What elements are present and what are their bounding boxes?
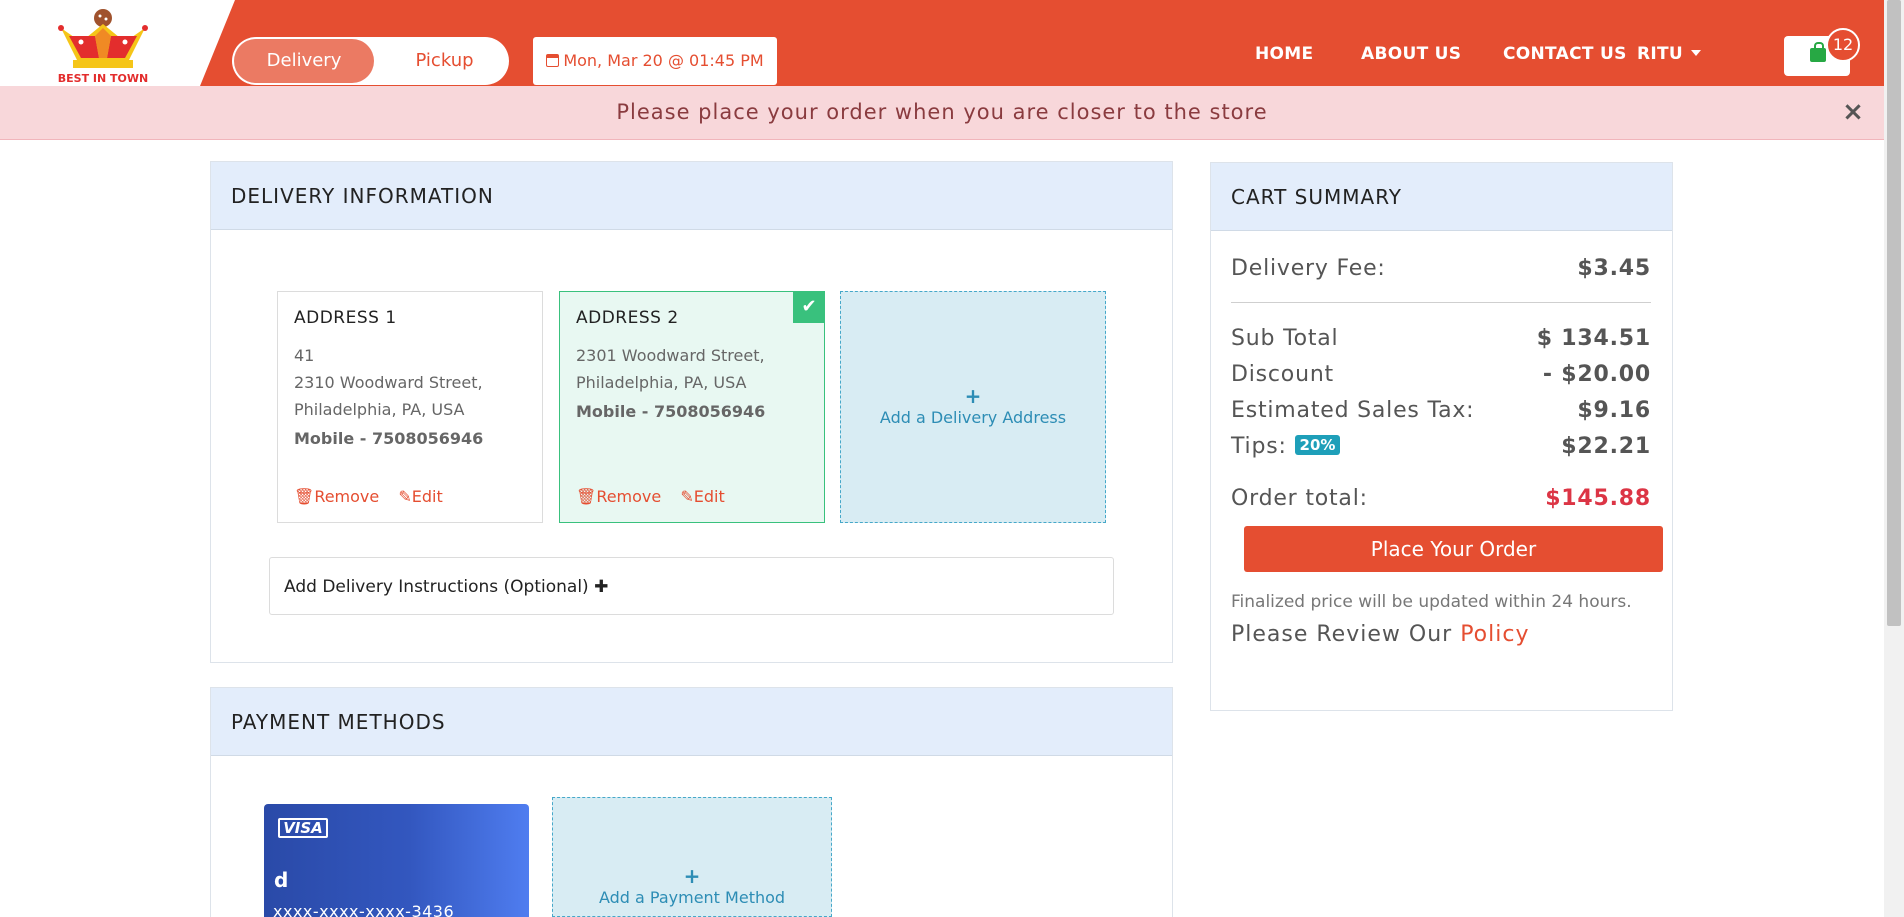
- card-number: xxxx-xxxx-xxxx-3436: [273, 902, 455, 917]
- policy-link[interactable]: Policy: [1460, 622, 1529, 647]
- payment-methods-title: PAYMENT METHODS: [211, 688, 1172, 756]
- cart-summary-title: CART SUMMARY: [1211, 163, 1672, 231]
- delivery-pickup-toggle: Delivery Pickup: [232, 37, 509, 85]
- policy-prefix: Please Review Our: [1231, 622, 1453, 647]
- address-line: Philadelphia, PA, USA: [294, 400, 465, 419]
- user-name: RITU: [1637, 44, 1684, 64]
- edit-address-button[interactable]: ✎Edit: [680, 487, 724, 506]
- nav-about-us[interactable]: ABOUT US: [1361, 44, 1461, 64]
- discount-row: Discount - $20.00: [1231, 362, 1651, 387]
- add-delivery-address-label: Add a Delivery Address: [879, 408, 1067, 427]
- tax-label: Estimated Sales Tax:: [1231, 398, 1475, 423]
- schedule-date-label: Mon, Mar 20 @ 01:45 PM: [563, 51, 764, 70]
- remove-address-button[interactable]: 🗑︎Remove: [576, 487, 661, 506]
- svg-text:BEST IN TOWN: BEST IN TOWN: [58, 72, 148, 85]
- order-total-label: Order total:: [1231, 486, 1368, 511]
- edit-address-button[interactable]: ✎Edit: [398, 487, 442, 506]
- policy-line: Please Review Our Policy: [1231, 622, 1529, 647]
- delivery-fee-label: Delivery Fee:: [1231, 256, 1386, 281]
- address-title: ADDRESS 2: [576, 308, 679, 328]
- pickup-mode-button[interactable]: Pickup: [382, 37, 507, 85]
- delivery-mode-button[interactable]: Delivery: [234, 39, 374, 83]
- delivery-information-title: DELIVERY INFORMATION: [211, 162, 1172, 230]
- subtotal-value: $ 134.51: [1536, 326, 1651, 351]
- tips-percent-badge[interactable]: 20%: [1294, 435, 1341, 455]
- calendar-icon: [546, 54, 560, 67]
- place-order-button[interactable]: Place Your Order: [1244, 526, 1663, 572]
- schedule-date-button[interactable]: Mon, Mar 20 @ 01:45 PM: [533, 37, 777, 85]
- nav-contact-us[interactable]: CONTACT US: [1503, 44, 1627, 64]
- address-mobile: Mobile - 7508056946: [294, 429, 484, 448]
- summary-divider: [1231, 302, 1651, 303]
- remove-label: Remove: [314, 487, 380, 506]
- remove-label: Remove: [596, 487, 662, 506]
- tips-value: $22.21: [1561, 434, 1651, 459]
- edit-label: Edit: [411, 487, 443, 506]
- tips-label: Tips:: [1231, 434, 1287, 459]
- tax-value: $9.16: [1577, 398, 1651, 423]
- order-total-value: $145.88: [1545, 486, 1651, 511]
- address-line: Philadelphia, PA, USA: [576, 373, 747, 392]
- nav-home[interactable]: HOME: [1255, 44, 1313, 64]
- delivery-instructions-label: Add Delivery Instructions (Optional): [284, 577, 589, 597]
- add-delivery-address-button[interactable]: + Add a Delivery Address: [840, 291, 1106, 523]
- alert-message: Please place your order when you are clo…: [616, 100, 1268, 124]
- shopping-bag-icon: [1810, 42, 1826, 62]
- user-menu-dropdown[interactable]: RITU: [1637, 44, 1702, 64]
- address-actions: 🗑︎Remove ✎Edit: [294, 487, 457, 506]
- tax-row: Estimated Sales Tax: $9.16: [1231, 398, 1651, 423]
- visa-logo-icon: VISA: [278, 818, 328, 838]
- top-header: BEST IN TOWN Delivery Pickup Mon, Mar 20…: [0, 0, 1884, 86]
- order-total-row: Order total: $145.88: [1231, 486, 1651, 511]
- address-actions: 🗑︎Remove ✎Edit: [576, 487, 739, 506]
- proximity-alert: Please place your order when you are clo…: [0, 86, 1884, 140]
- finalized-price-note: Finalized price will be updated within 2…: [1231, 592, 1632, 612]
- delivery-instructions-toggle[interactable]: Add Delivery Instructions (Optional) ✚: [269, 557, 1114, 615]
- subtotal-label: Sub Total: [1231, 326, 1339, 351]
- tips-row: Tips: 20% $22.21: [1231, 434, 1651, 459]
- card-holder-name: d: [274, 868, 289, 892]
- address-mobile: Mobile - 7508056946: [576, 402, 766, 421]
- caret-down-icon: [1691, 50, 1702, 56]
- plus-icon: +: [964, 384, 982, 408]
- address-card-1[interactable]: ADDRESS 1 41 2310 Woodward Street, Phila…: [277, 291, 543, 523]
- plus-icon: +: [683, 864, 701, 888]
- add-payment-method-button[interactable]: + Add a Payment Method: [552, 797, 832, 917]
- discount-label: Discount: [1231, 362, 1334, 387]
- remove-address-button[interactable]: 🗑︎Remove: [294, 487, 379, 506]
- checkmark-icon: ✔: [793, 291, 825, 323]
- discount-value: - $20.00: [1542, 362, 1651, 387]
- subtotal-row: Sub Total $ 134.51: [1231, 326, 1651, 351]
- delivery-fee-value: $3.45: [1577, 256, 1651, 281]
- address-line: 2301 Woodward Street,: [576, 346, 765, 365]
- address-card-2[interactable]: ✔ ADDRESS 2 2301 Woodward Street, Philad…: [559, 291, 825, 523]
- address-line: 41: [294, 346, 315, 365]
- saved-visa-card[interactable]: VISA d xxxx-xxxx-xxxx-3436: [264, 804, 529, 917]
- logo-area: BEST IN TOWN: [0, 0, 235, 86]
- add-payment-method-label: Add a Payment Method: [598, 888, 786, 907]
- plus-icon: ✚: [594, 577, 609, 597]
- crown-logo[interactable]: BEST IN TOWN: [55, 6, 151, 86]
- cart-count-badge: 12: [1826, 28, 1860, 62]
- page-scrollbar-thumb[interactable]: [1887, 0, 1901, 626]
- close-icon[interactable]: ×: [1842, 98, 1864, 126]
- edit-label: Edit: [693, 487, 725, 506]
- address-line: 2310 Woodward Street,: [294, 373, 483, 392]
- delivery-fee-row: Delivery Fee: $3.45: [1231, 256, 1651, 281]
- address-title: ADDRESS 1: [294, 308, 397, 328]
